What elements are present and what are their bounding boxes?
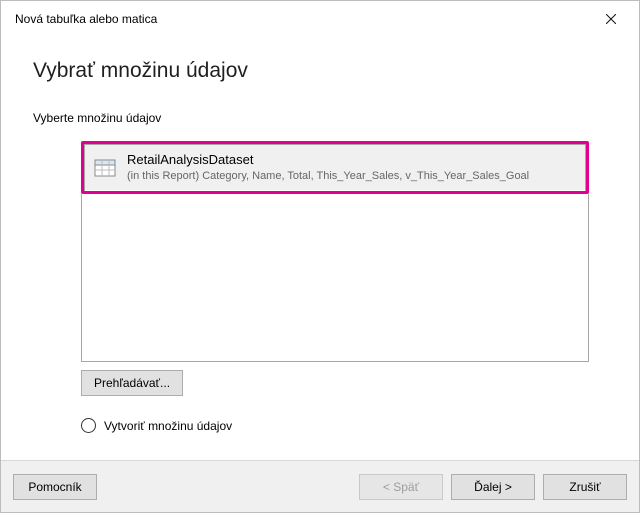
browse-button[interactable]: Prehľadávať... bbox=[81, 370, 183, 396]
page-heading: Vybrať množinu údajov bbox=[33, 59, 607, 83]
table-icon bbox=[93, 156, 117, 180]
create-dataset-option[interactable]: Vytvoriť množinu údajov bbox=[81, 418, 607, 433]
dataset-listbox-top[interactable]: RetailAnalysisDataset (in this Report) C… bbox=[84, 144, 586, 191]
dataset-name: RetailAnalysisDataset bbox=[127, 151, 529, 169]
help-button[interactable]: Pomocník bbox=[13, 474, 97, 500]
dataset-listbox-bottom[interactable] bbox=[81, 194, 589, 362]
window-title: Nová tabuľka alebo matica bbox=[15, 12, 157, 26]
dataset-fields: (in this Report) Category, Name, Total, … bbox=[127, 169, 529, 184]
browse-row: Prehľadávať... bbox=[81, 370, 607, 396]
dialog-footer: Pomocník < Späť Ďalej > Zrušiť bbox=[1, 460, 639, 512]
dataset-list-highlight: RetailAnalysisDataset (in this Report) C… bbox=[81, 141, 589, 194]
cancel-button[interactable]: Zrušiť bbox=[543, 474, 627, 500]
dialog-content: Vybrať množinu údajov Vyberte množinu úd… bbox=[1, 37, 639, 460]
page-subheading: Vyberte množinu údajov bbox=[33, 111, 607, 125]
create-dataset-label: Vytvoriť množinu údajov bbox=[104, 419, 232, 433]
close-icon bbox=[606, 14, 616, 24]
titlebar: Nová tabuľka alebo matica bbox=[1, 1, 639, 37]
dataset-text: RetailAnalysisDataset (in this Report) C… bbox=[127, 151, 529, 183]
back-button: < Späť bbox=[359, 474, 443, 500]
dialog-window: Nová tabuľka alebo matica Vybrať množinu… bbox=[0, 0, 640, 513]
highlight-border: RetailAnalysisDataset (in this Report) C… bbox=[81, 141, 589, 194]
dataset-item[interactable]: RetailAnalysisDataset (in this Report) C… bbox=[85, 145, 585, 190]
radio-icon[interactable] bbox=[81, 418, 96, 433]
close-button[interactable] bbox=[591, 4, 631, 34]
next-button[interactable]: Ďalej > bbox=[451, 474, 535, 500]
